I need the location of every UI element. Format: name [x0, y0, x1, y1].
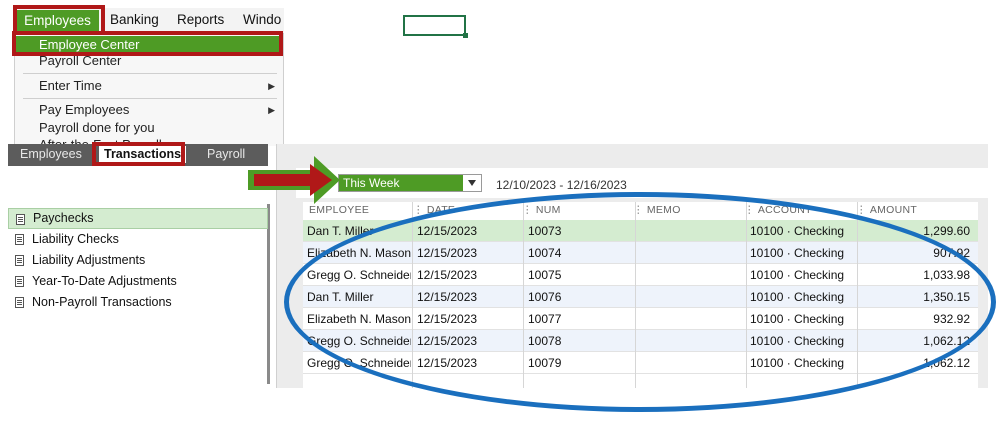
cell-memo [639, 220, 743, 242]
menu-banking[interactable]: Banking [110, 12, 159, 27]
cell-account: 10100 · Checking [750, 334, 845, 348]
cell-date: 12/15/2023 [417, 268, 478, 282]
cell-memo [639, 308, 743, 330]
menu-window[interactable]: Windo [243, 12, 281, 27]
list-item-liability-adjustments[interactable]: Liability Adjustments [8, 250, 268, 271]
cell-amount: 1,299.60 [923, 224, 970, 238]
cell-num: 10073 [528, 224, 562, 238]
cell-amount: 1,033.98 [923, 268, 970, 282]
cell-num: 10077 [528, 312, 562, 326]
cell-num: 10075 [528, 268, 562, 282]
cell-account: 10100 · Checking [750, 268, 845, 282]
transaction-type-list: Paychecks Liability Checks Liability Adj… [8, 204, 270, 384]
menu-item-payroll-done-for-you[interactable]: Payroll done for you [15, 119, 283, 136]
cell-account: 10100 · Checking [750, 312, 845, 326]
list-item-non-payroll-transactions[interactable]: Non-Payroll Transactions [8, 292, 268, 313]
cell-employee: Gregg O. Schneider [307, 334, 411, 348]
cell-num: 10079 [528, 356, 562, 370]
arrow-right-icon [248, 156, 340, 204]
cell-employee: Gregg O. Schneider [307, 356, 411, 370]
transactions-table: EMPLOYEE ⋮ DATE ⋮ NUM ⋮ MEMO ⋮ ACCOUNT ⋮ AMOU… [303, 202, 978, 388]
cell-employee: Elizabeth N. Mason [307, 246, 411, 260]
list-item-liability-checks[interactable]: Liability Checks [8, 229, 268, 250]
column-header-date[interactable]: ⋮ DATE [413, 202, 455, 219]
document-icon [15, 297, 24, 308]
cell-memo [639, 286, 743, 308]
table-row[interactable]: Gregg O. Schneider 12/15/2023 10079 10100 ·… [303, 352, 978, 374]
table-row[interactable]: Gregg O. Schneider 12/15/2023 10075 10100 ·… [303, 264, 978, 286]
cell-amount: 1,350.15 [923, 290, 970, 304]
document-icon [15, 234, 24, 245]
cell-employee: Gregg O. Schneider [307, 268, 411, 282]
cell-date: 12/15/2023 [417, 224, 478, 238]
cell-amount: 1,062.12 [923, 356, 970, 370]
cell-amount: 932.92 [933, 312, 970, 326]
menu-item-enter-time[interactable]: Enter Time [15, 77, 283, 95]
submenu-arrow-icon: ▶ [268, 81, 275, 91]
cell-memo [639, 264, 743, 286]
cell-date: 12/15/2023 [417, 246, 478, 260]
cell-amount: 1,062.12 [923, 334, 970, 348]
column-divider [635, 202, 636, 388]
date-period-value: This Week [339, 175, 463, 191]
menu-separator [23, 98, 277, 99]
column-header-num[interactable]: ⋮ NUM [522, 202, 561, 219]
menu-item-pay-employees[interactable]: Pay Employees [15, 101, 283, 119]
cell-employee: Dan T. Miller [307, 224, 374, 238]
cell-account: 10100 · Checking [750, 356, 845, 370]
column-header-amount[interactable]: ⋮ AMOUNT [856, 202, 917, 219]
document-icon [15, 255, 24, 266]
cell-memo [639, 242, 743, 264]
tab-employees[interactable]: Employees [20, 147, 82, 161]
cell-account: 10100 · Checking [750, 246, 845, 260]
cell-account: 10100 · Checking [750, 290, 845, 304]
highlight-transactions-tab [92, 142, 185, 166]
cell-date: 12/15/2023 [417, 356, 478, 370]
highlight-employee-center [12, 31, 283, 56]
cell-date: 12/15/2023 [417, 334, 478, 348]
cell-date: 12/15/2023 [417, 312, 478, 326]
chevron-down-icon[interactable] [468, 180, 476, 186]
submenu-arrow-icon: ▶ [268, 105, 275, 115]
date-range-label: 12/10/2023 - 12/16/2023 [496, 178, 627, 192]
table-row[interactable]: Elizabeth N. Mason 12/15/2023 10077 10100 ·… [303, 308, 978, 330]
menu-reports[interactable]: Reports [177, 12, 224, 27]
cell-date: 12/15/2023 [417, 290, 478, 304]
table-row[interactable]: Dan T. Miller 12/15/2023 10076 10100 · Chec… [303, 286, 978, 308]
cell-memo [639, 330, 743, 352]
menu-separator [23, 73, 277, 74]
cell-employee: Dan T. Miller [307, 290, 374, 304]
tab-payroll[interactable]: Payroll [207, 147, 245, 161]
table-row[interactable]: Elizabeth N. Mason 12/15/2023 10074 10100 ·… [303, 242, 978, 264]
fill-handle[interactable] [463, 33, 468, 38]
list-item-ytd-adjustments[interactable]: Year-To-Date Adjustments [8, 271, 268, 292]
table-row[interactable]: Dan T. Miller 12/15/2023 10073 10100 · Chec… [303, 220, 978, 242]
column-header-account[interactable]: ⋮ ACCOUNT [744, 202, 812, 219]
cell-num: 10076 [528, 290, 562, 304]
column-divider [857, 202, 858, 388]
cell-memo [639, 352, 743, 374]
column-header-memo[interactable]: ⋮ MEMO [633, 202, 681, 219]
cell-num: 10078 [528, 334, 562, 348]
list-item-paychecks[interactable]: Paychecks [8, 208, 268, 229]
table-row[interactable]: Gregg O. Schneider 12/15/2023 10078 10100 ·… [303, 330, 978, 352]
column-divider [746, 202, 747, 388]
document-icon [16, 214, 25, 225]
cell-num: 10074 [528, 246, 562, 260]
cell-account: 10100 · Checking [750, 224, 845, 238]
document-icon [15, 276, 24, 287]
column-divider [523, 202, 524, 388]
date-period-select[interactable]: This Week [338, 174, 482, 192]
column-divider [412, 202, 413, 388]
cell-employee: Elizabeth N. Mason [307, 312, 411, 326]
selected-cell[interactable] [403, 15, 468, 38]
cell-amount: 907.92 [933, 246, 970, 260]
